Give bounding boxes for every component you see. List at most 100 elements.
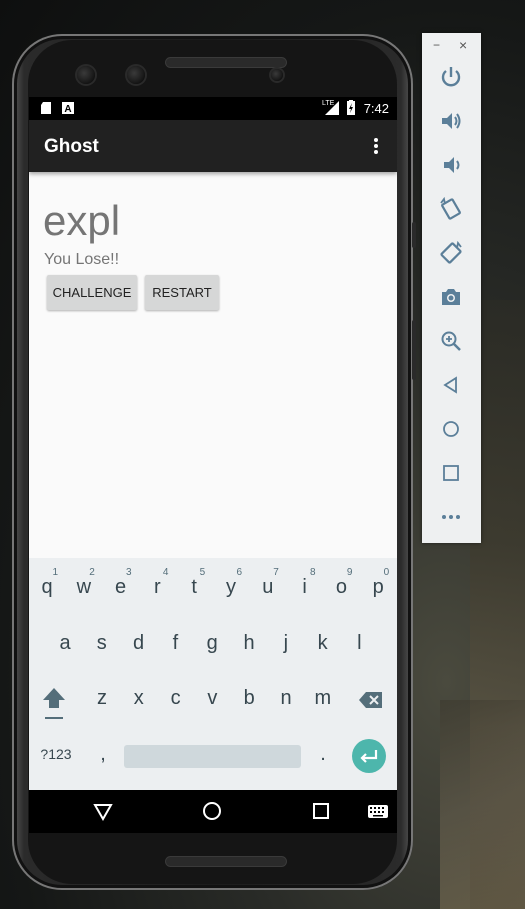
key-b[interactable]: b xyxy=(231,673,267,723)
challenge-button[interactable]: CHALLENGE xyxy=(47,275,137,310)
key-label: n xyxy=(280,687,292,709)
key-l[interactable]: l xyxy=(341,618,377,668)
app-bar: Ghost xyxy=(29,120,397,172)
power-icon[interactable] xyxy=(439,65,463,89)
key-o[interactable]: o9 xyxy=(323,562,359,612)
key-hint: 7 xyxy=(273,567,279,578)
key-hint: 0 xyxy=(383,567,390,578)
side-button-volume xyxy=(412,320,416,380)
overview-icon[interactable] xyxy=(439,461,463,485)
close-button[interactable]: × xyxy=(459,37,467,53)
key-y[interactable]: y6 xyxy=(213,562,249,612)
rotate-right-icon[interactable] xyxy=(439,241,463,265)
enter-key[interactable] xyxy=(352,739,386,773)
key-label: u xyxy=(262,576,274,598)
key-label: m xyxy=(314,687,332,709)
period-key[interactable]: . xyxy=(305,729,341,779)
key-u[interactable]: u7 xyxy=(250,562,286,612)
key-hint: 3 xyxy=(126,567,132,578)
svg-text:A: A xyxy=(64,104,71,114)
app-title: Ghost xyxy=(44,136,99,157)
key-m[interactable]: m xyxy=(305,673,341,723)
clock: 7:42 xyxy=(363,101,389,116)
key-k[interactable]: k xyxy=(305,618,341,668)
key-label: z xyxy=(97,687,107,709)
key-t[interactable]: t5 xyxy=(176,562,212,612)
bottom-speaker xyxy=(166,857,286,866)
volume-down-icon[interactable] xyxy=(439,153,463,177)
backspace-key-icon[interactable] xyxy=(359,691,383,709)
key-s[interactable]: s xyxy=(84,618,120,668)
key-label: i xyxy=(302,576,307,598)
camera-icon[interactable] xyxy=(439,285,463,309)
background-scenery-lower xyxy=(440,700,525,909)
key-r[interactable]: r4 xyxy=(139,562,175,612)
key-n[interactable]: n xyxy=(268,673,304,723)
key-label: q xyxy=(41,576,53,598)
key-label: r xyxy=(154,576,161,598)
more-icon[interactable] xyxy=(439,505,463,529)
back-nav-icon[interactable] xyxy=(93,803,113,821)
key-a[interactable]: a xyxy=(47,618,83,668)
device-screen: A LTE 7:42 Ghost expl You Lose!! CHALLEN… xyxy=(29,97,397,833)
key-x[interactable]: x xyxy=(121,673,157,723)
key-label: t xyxy=(191,576,197,598)
proximity-sensor xyxy=(271,69,283,81)
home-nav-icon[interactable] xyxy=(202,801,222,821)
key-label: j xyxy=(283,632,289,654)
key-c[interactable]: c xyxy=(158,673,194,723)
key-label: w xyxy=(76,576,92,598)
key-g[interactable]: g xyxy=(194,618,230,668)
key-label: c xyxy=(170,687,181,709)
home-icon[interactable] xyxy=(439,417,463,441)
key-label: h xyxy=(243,632,255,654)
key-label: f xyxy=(172,632,179,654)
key-i[interactable]: i8 xyxy=(287,562,323,612)
space-key[interactable] xyxy=(124,745,301,768)
volume-up-icon[interactable] xyxy=(439,109,463,133)
key-j[interactable]: j xyxy=(268,618,304,668)
key-label: e xyxy=(115,576,127,598)
symbols-key[interactable]: ?123 xyxy=(36,729,76,779)
key-label: v xyxy=(207,687,218,709)
overview-nav-icon[interactable] xyxy=(313,803,329,819)
back-icon[interactable] xyxy=(439,373,463,397)
overflow-menu-icon[interactable] xyxy=(369,136,383,156)
key-q[interactable]: q1 xyxy=(29,562,65,612)
rotate-left-icon[interactable] xyxy=(439,197,463,221)
key-hint: 5 xyxy=(199,567,206,578)
zoom-icon[interactable] xyxy=(439,329,463,353)
key-e[interactable]: e3 xyxy=(103,562,139,612)
side-button-upper xyxy=(412,222,416,248)
game-status: You Lose!! xyxy=(44,251,120,268)
key-v[interactable]: v xyxy=(194,673,230,723)
key-label: y xyxy=(226,576,236,598)
shift-key-icon[interactable] xyxy=(41,686,67,722)
key-z[interactable]: z xyxy=(84,673,120,723)
battery-charging-icon xyxy=(347,100,355,115)
minimize-button[interactable]: − xyxy=(433,38,440,52)
key-hint: 1 xyxy=(52,567,58,578)
keyboard-switch-icon[interactable] xyxy=(368,805,388,818)
signal-icon xyxy=(325,101,339,115)
font-a-icon: A xyxy=(62,102,74,114)
key-d[interactable]: d xyxy=(121,618,157,668)
key-label: s xyxy=(96,632,107,654)
key-label: d xyxy=(133,632,145,654)
sd-card-icon xyxy=(41,102,51,114)
navigation-bar xyxy=(29,790,397,833)
key-h[interactable]: h xyxy=(231,618,267,668)
key-p[interactable]: p0 xyxy=(360,562,396,612)
enter-arrow-icon xyxy=(360,750,378,763)
key-label: g xyxy=(206,632,218,654)
restart-button[interactable]: RESTART xyxy=(145,275,219,310)
key-f[interactable]: f xyxy=(157,618,193,668)
front-camera-right xyxy=(127,66,145,84)
front-camera-left xyxy=(77,66,95,84)
top-speaker xyxy=(166,58,286,67)
key-hint: 4 xyxy=(162,567,169,578)
key-label: o xyxy=(335,576,347,598)
key-w[interactable]: w2 xyxy=(66,562,102,612)
status-bar: A LTE 7:42 xyxy=(29,97,397,120)
comma-key[interactable]: , xyxy=(85,729,121,779)
